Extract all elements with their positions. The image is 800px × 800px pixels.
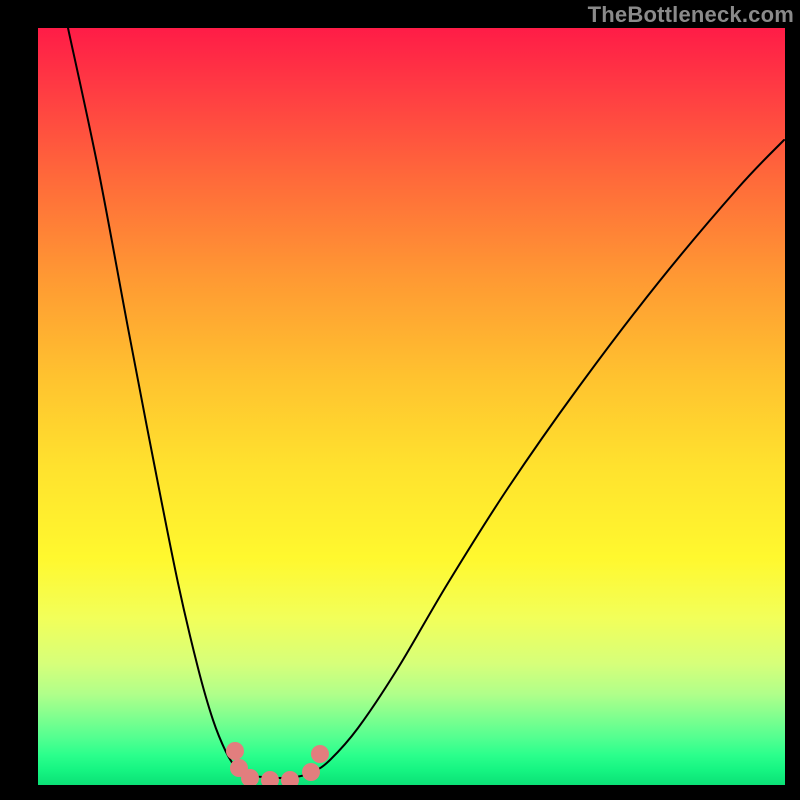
marker-left-upper: [226, 742, 244, 760]
plot-area: [38, 28, 785, 785]
curve-path: [68, 28, 784, 778]
marker-right-upper: [311, 745, 329, 763]
marker-bottom-3: [281, 771, 299, 785]
chart-frame: TheBottleneck.com: [0, 0, 800, 800]
marker-bottom-2: [261, 771, 279, 785]
bottleneck-curve: [38, 28, 785, 785]
watermark-text: TheBottleneck.com: [588, 2, 794, 28]
marker-right-lower: [302, 763, 320, 781]
